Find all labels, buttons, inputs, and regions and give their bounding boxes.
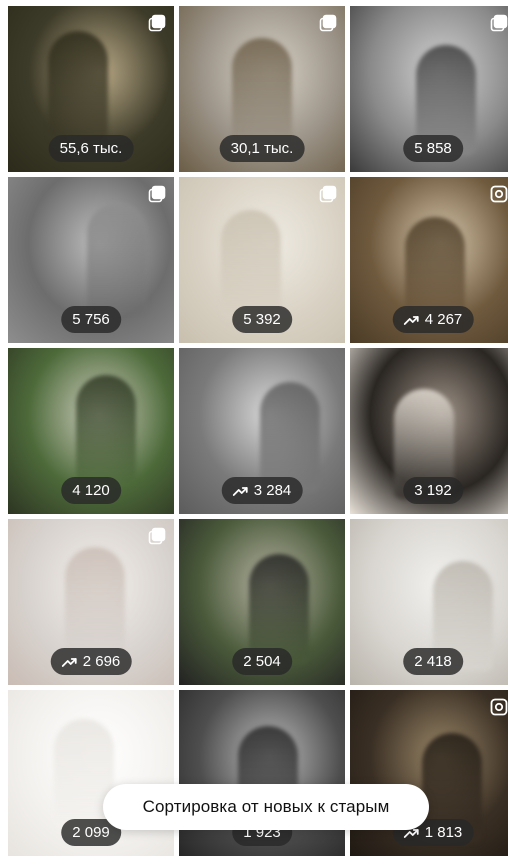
view-count: 55,6 тыс.: [59, 140, 123, 157]
carousel-icon: [490, 14, 508, 32]
post-tile[interactable]: 5 392: [179, 177, 345, 343]
post-tile[interactable]: 5 756: [8, 177, 174, 343]
photo-subject: [76, 375, 136, 485]
view-count-badge: 55,6 тыс.: [48, 135, 134, 162]
view-count: 30,1 тыс.: [230, 140, 294, 157]
view-count-badge: 2 696: [50, 648, 132, 675]
post-tile[interactable]: 3 284: [179, 348, 345, 514]
post-tile[interactable]: 55,6 тыс.: [8, 6, 174, 172]
view-count: 3 192: [414, 482, 452, 499]
post-tile[interactable]: 5 858: [350, 6, 508, 172]
view-count: 2 696: [82, 653, 121, 670]
post-tile[interactable]: 4 120: [8, 348, 174, 514]
post-tile[interactable]: 1 813: [350, 690, 508, 856]
post-tile[interactable]: 4 267: [350, 177, 508, 343]
view-count-badge: 2 504: [232, 648, 292, 675]
view-count: 4 267: [424, 311, 463, 328]
carousel-icon: [148, 185, 166, 203]
sort-order-toast[interactable]: Сортировка от новых к старым: [103, 784, 429, 830]
photo-subject: [87, 203, 147, 313]
reel-icon: [490, 698, 508, 716]
post-tile[interactable]: 2 099: [8, 690, 174, 856]
view-count: 2 504: [243, 653, 281, 670]
view-count: 1 813: [424, 824, 463, 841]
view-count-badge: 4 120: [61, 477, 121, 504]
trending-up-icon: [403, 314, 420, 326]
carousel-icon: [319, 185, 337, 203]
post-tile[interactable]: 2 418: [350, 519, 508, 685]
trending-up-icon: [232, 485, 249, 497]
view-count-badge: 2 418: [403, 648, 463, 675]
view-count-badge: 5 392: [232, 306, 292, 333]
view-count-badge: 5 756: [61, 306, 121, 333]
view-count-badge: 5 858: [403, 135, 463, 162]
trending-up-icon: [61, 656, 78, 668]
post-tile[interactable]: 1 923: [179, 690, 345, 856]
post-tile[interactable]: 3 192: [350, 348, 508, 514]
reel-icon: [490, 185, 508, 203]
view-count-badge: 30,1 тыс.: [219, 135, 305, 162]
carousel-icon: [148, 14, 166, 32]
carousel-icon: [319, 14, 337, 32]
photo-subject: [260, 382, 320, 492]
photo-subject: [221, 210, 281, 320]
photo-subject: [232, 38, 292, 148]
view-count: 5 392: [243, 311, 281, 328]
post-tile[interactable]: 2 696: [8, 519, 174, 685]
photo-subject: [65, 547, 125, 657]
view-count-badge: 3 192: [403, 477, 463, 504]
post-tile[interactable]: 2 504: [179, 519, 345, 685]
post-tile[interactable]: 30,1 тыс.: [179, 6, 345, 172]
photo-subject: [48, 31, 108, 141]
view-count: 3 284: [253, 482, 292, 499]
sort-order-label: Сортировка от новых к старым: [142, 797, 390, 816]
view-count-badge: 4 267: [392, 306, 474, 333]
post-grid: 55,6 тыс. 30,1 тыс. 5 858 5 756 5 392 4 267 4 …: [0, 0, 508, 856]
view-count: 2 418: [414, 653, 452, 670]
carousel-icon: [148, 527, 166, 545]
view-count-badge: 3 284: [221, 477, 303, 504]
view-count: 5 756: [72, 311, 110, 328]
view-count: 5 858: [414, 140, 452, 157]
view-count: 4 120: [72, 482, 110, 499]
view-count: 2 099: [72, 824, 110, 841]
